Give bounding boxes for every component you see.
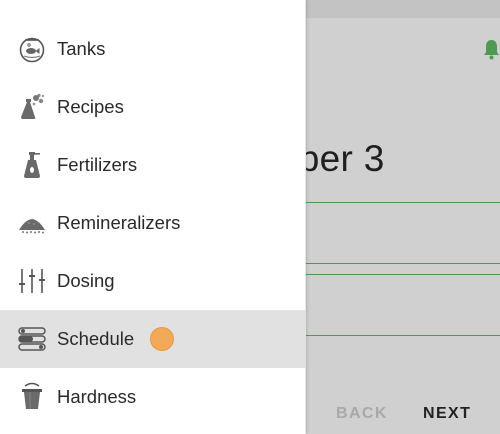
divider [306, 274, 500, 275]
nav-item-remineralizers[interactable]: Remineralizers [0, 194, 306, 252]
nav-item-label: Dosing [57, 270, 115, 291]
nav-item-label: Tanks [57, 38, 106, 59]
nav-item-label: Schedule [57, 328, 135, 349]
back-button[interactable]: BACK [336, 405, 388, 423]
next-button[interactable]: NEXT [423, 405, 471, 423]
navigation-drawer: Tanks Recipes Fertilizers Remineralizers… [0, 0, 306, 434]
bucket-icon [17, 382, 47, 412]
flask-icon [17, 92, 47, 122]
nav-item-label: Fertilizers [57, 154, 138, 175]
nav-item-tanks[interactable]: Tanks [0, 20, 306, 78]
powder-pile-icon [17, 208, 47, 238]
nav-item-recipes[interactable]: Recipes [0, 78, 306, 136]
nav-item-schedule[interactable]: Schedule [0, 310, 306, 368]
nav-item-label: Hardness [57, 386, 137, 407]
nav-item-label: Recipes [57, 96, 124, 117]
divider [306, 263, 500, 264]
nav-item-fertilizers[interactable]: Fertilizers [0, 136, 306, 194]
spray-bottle-icon [17, 150, 47, 180]
sliders-icon [17, 266, 47, 296]
divider [306, 335, 500, 336]
fishbowl-icon [17, 34, 47, 64]
nav-item-hardness[interactable]: Hardness [0, 368, 306, 426]
notification-badge [150, 327, 174, 351]
bell-icon[interactable] [483, 38, 500, 60]
app-frame: vember 3 BACK NEXT Tanks Recipes Fertili… [0, 0, 500, 434]
nav-item-dosing[interactable]: Dosing [0, 252, 306, 310]
divider [306, 202, 500, 203]
nav-item-label: Remineralizers [57, 212, 181, 233]
schedule-toggles-icon [17, 324, 47, 354]
